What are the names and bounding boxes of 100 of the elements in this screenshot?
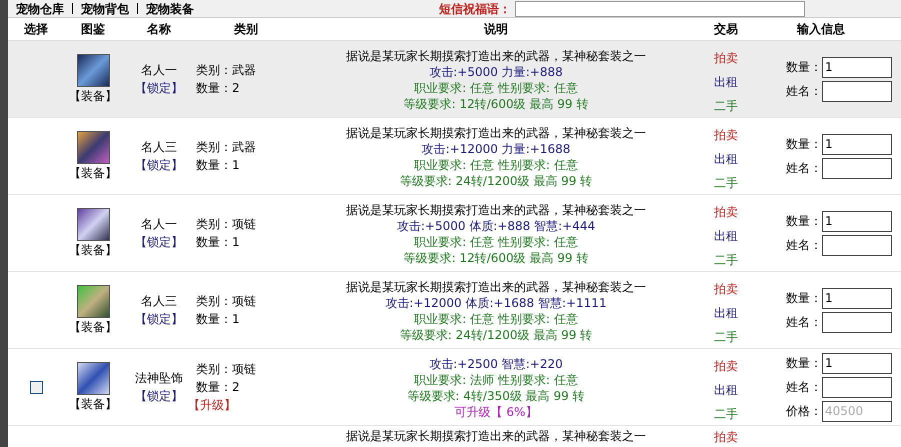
item-name: 名人一 (141, 216, 177, 233)
field-label: 价格： (786, 403, 822, 420)
description-line: 攻击:+12000 力量:+1688 (422, 141, 570, 157)
description-line: 职业要求: 任意 性别要求: 任意 (414, 80, 578, 96)
item-name: 名人三 (141, 293, 177, 310)
trade-link[interactable]: 出租 (714, 304, 738, 322)
description-line: 据说是某玩家长期摸索打造出来的武器，某神秘套装之一 (346, 202, 646, 218)
trade-link[interactable]: 出租 (714, 227, 738, 245)
trade-link[interactable]: 拍卖 (714, 126, 738, 144)
column-header: 输入信息 (796, 21, 846, 38)
item-quantity: 数量：1 (196, 157, 240, 174)
item-category: 类别：项链 (196, 216, 256, 233)
column-header: 说明 (482, 21, 509, 38)
field-label: 姓名： (786, 237, 822, 254)
item-category: 类别：武器 (196, 139, 256, 156)
input-field[interactable]: 1 (822, 56, 892, 78)
item-picture (76, 54, 110, 86)
trade-link[interactable]: 二手 (714, 174, 738, 192)
field-label: 数量： (786, 355, 822, 372)
description-line: 职业要求: 任意 性别要求: 任意 (414, 234, 578, 250)
input-field[interactable] (822, 312, 892, 332)
trade-link[interactable]: 拍卖 (714, 428, 738, 446)
description-line: 等级要求: 12转/600级 最高 99 转 (404, 250, 588, 266)
lock-link[interactable]: 【锁定】 (135, 233, 183, 251)
lock-link[interactable]: 【锁定】 (135, 387, 183, 405)
column-header: 名称 (146, 21, 172, 38)
item-picture (76, 362, 110, 394)
trade-link[interactable]: 拍卖 (714, 357, 738, 375)
field-label: 数量： (786, 213, 822, 230)
description-line: 等级要求: 24转/1200级 最高 99 转 (400, 173, 592, 189)
description-line: 职业要求: 任意 性别要求: 任意 (414, 157, 578, 173)
equip-link[interactable]: 【装备】 (69, 164, 117, 182)
description-line: 据说是某玩家长期摸索打造出来的武器，某神秘套装之一 (346, 279, 646, 295)
input-field[interactable]: 40500 (822, 400, 892, 422)
checkbox[interactable] (30, 380, 42, 394)
lock-link[interactable]: 【锁定】 (135, 79, 183, 97)
item-picture (76, 284, 110, 318)
item-quantity: 数量：1 (196, 234, 240, 251)
description-line: 据说是某玩家长期摸索打造出来的武器，某神秘套装之一 (346, 48, 646, 64)
input-field[interactable]: 1 (822, 288, 892, 308)
message-field[interactable] (515, 0, 805, 16)
column-header: 图鉴 (80, 21, 106, 38)
description-line: 攻击:+5000 力量:+888 (429, 64, 563, 80)
trade-link[interactable]: 出租 (714, 73, 738, 91)
item-quantity: 数量：1 (196, 311, 240, 328)
field-label: 数量： (786, 136, 822, 153)
nav-tab[interactable]: 宠物背包 (81, 0, 129, 18)
trade-link[interactable]: 出租 (714, 381, 738, 399)
nav-tab[interactable]: 宠物装备 (146, 0, 194, 18)
description-line: 等级要求: 12转/600级 最高 99 转 (404, 96, 588, 112)
item-quantity: 数量：2 (196, 379, 240, 396)
input-field[interactable] (822, 376, 892, 398)
column-header: 类别 (233, 21, 259, 38)
description-line: 据说是某玩家长期摸索打造出来的武器，某神秘套装之一 (346, 125, 646, 141)
lock-link[interactable]: 【锁定】 (135, 310, 183, 328)
equip-link[interactable]: 【装备】 (69, 86, 117, 104)
column-header: 交易 (713, 21, 739, 38)
description-line: 据说是某玩家长期摸索打造出来的武器，某神秘套装之一 (346, 428, 646, 444)
equip-link[interactable]: 【装备】 (69, 318, 117, 336)
trade-link[interactable]: 二手 (714, 405, 738, 423)
item-category: 类别：项链 (196, 361, 256, 378)
trade-link[interactable]: 拍卖 (714, 203, 738, 221)
input-field[interactable]: 1 (822, 134, 892, 154)
field-label: 姓名： (786, 83, 822, 100)
input-field[interactable] (822, 80, 892, 102)
description-line: 攻击:+5000 体质:+888 智慧:+444 (396, 218, 596, 234)
item-category: 类别：武器 (196, 62, 256, 79)
input-field[interactable] (822, 158, 892, 178)
trade-link[interactable]: 二手 (714, 251, 738, 269)
input-field[interactable]: 1 (822, 210, 892, 232)
item-name: 法神坠饰 (135, 370, 183, 387)
description-line: 职业要求: 法师 性别要求: 任意 (414, 372, 578, 388)
upgrade-link[interactable]: 【升级】 (188, 396, 236, 414)
item-picture (76, 208, 110, 240)
equip-link[interactable]: 【装备】 (69, 394, 117, 412)
field-label: 姓名： (786, 314, 822, 331)
description-line: 可升级【 6%】 (454, 404, 538, 420)
nav-tab[interactable]: 宠物仓库 (16, 0, 64, 18)
field-label: 数量： (786, 290, 822, 307)
trade-link[interactable]: 拍卖 (714, 280, 738, 298)
item-category: 类别：项链 (196, 293, 256, 310)
trade-link[interactable]: 出租 (714, 150, 738, 168)
lock-link[interactable]: 【锁定】 (135, 156, 183, 174)
field-label: 数量： (786, 59, 822, 76)
equip-link[interactable]: 【装备】 (69, 240, 117, 258)
description-line: 等级要求: 4转/350级 最高 99 转 (407, 388, 585, 404)
item-quantity: 数量：2 (196, 80, 240, 97)
trade-link[interactable]: 拍卖 (714, 49, 738, 67)
item-name: 名人一 (141, 62, 177, 79)
description-line: 职业要求: 任意 性别要求: 任意 (414, 311, 578, 327)
input-field[interactable]: 1 (822, 352, 892, 374)
item-picture (76, 130, 110, 164)
item-name: 名人三 (141, 139, 177, 156)
description-line: 攻击:+2500 智慧:+220 (429, 356, 563, 372)
message-label: 短信祝福语： (439, 0, 511, 18)
trade-link[interactable]: 二手 (714, 328, 738, 346)
trade-link[interactable]: 二手 (714, 97, 738, 115)
description-line: 攻击:+12000 体质:+1688 智慧:+1111 (385, 295, 607, 311)
description-line: 等级要求: 24转/1200级 最高 99 转 (400, 327, 592, 343)
input-field[interactable] (822, 234, 892, 256)
